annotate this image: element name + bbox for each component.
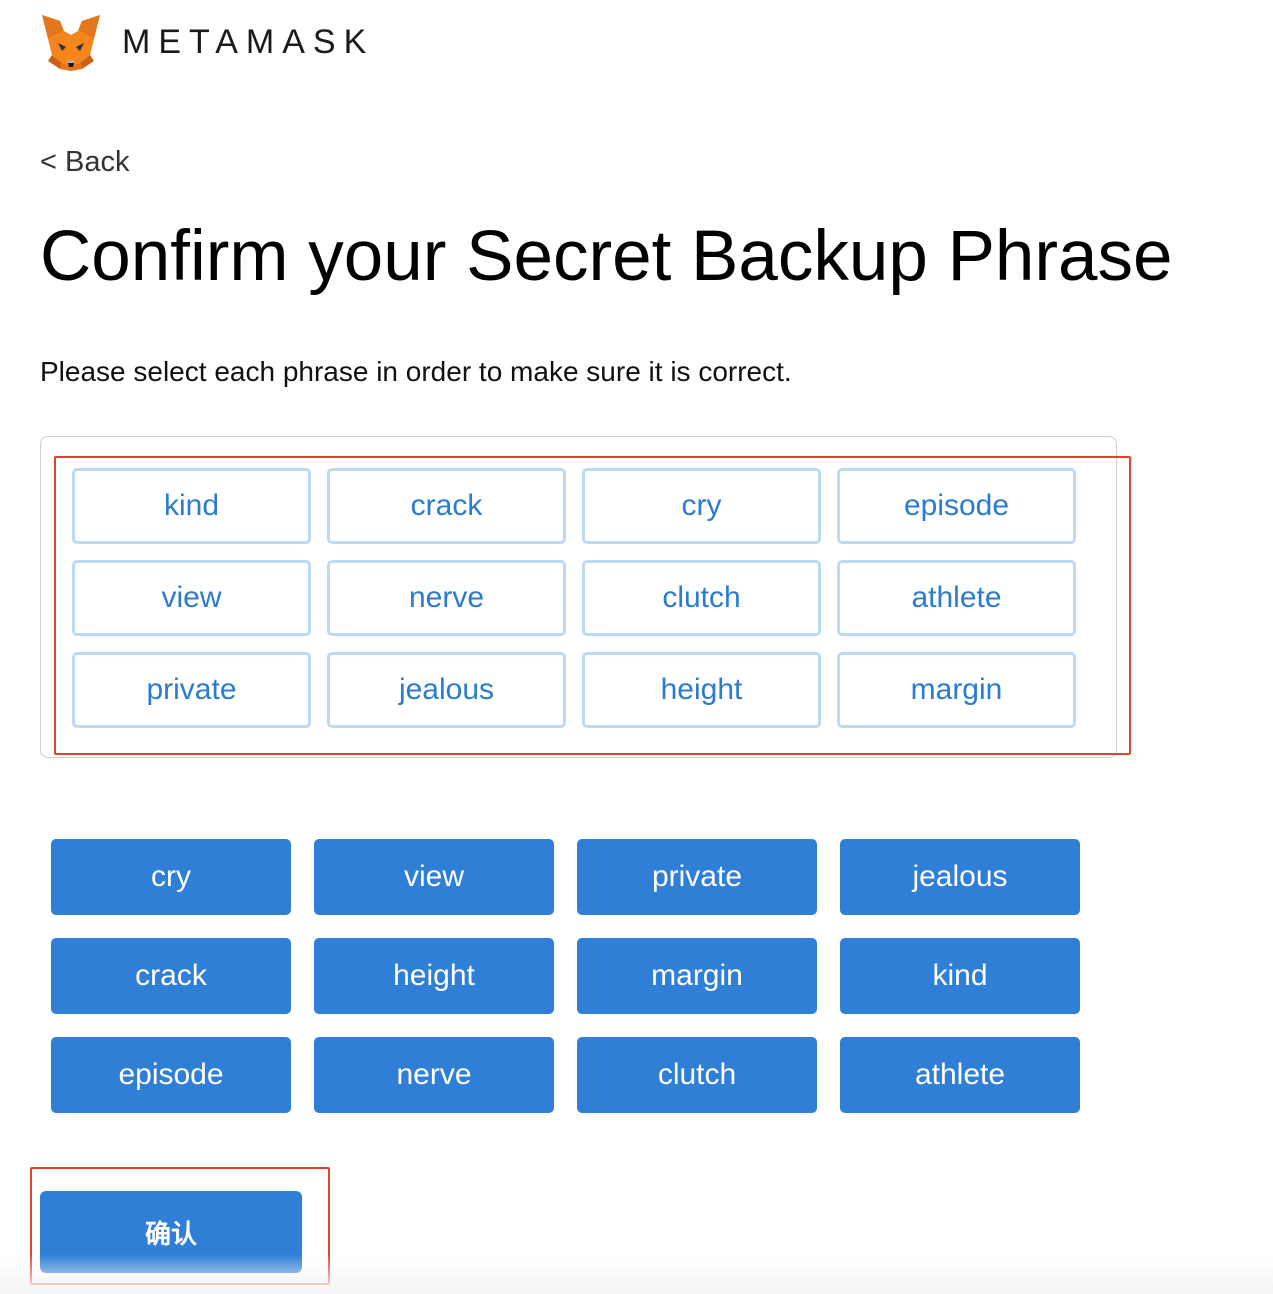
selected-word-chip[interactable]: nerve <box>327 560 566 636</box>
word-pool-button[interactable]: private <box>577 839 817 915</box>
word-pool-button[interactable]: crack <box>51 938 291 1014</box>
word-pool-button[interactable]: height <box>314 938 554 1014</box>
word-pool-button[interactable]: nerve <box>314 1037 554 1113</box>
page-subtitle: Please select each phrase in order to ma… <box>40 356 792 387</box>
selected-word-chip[interactable]: episode <box>837 468 1076 544</box>
word-pool-button[interactable]: cry <box>51 839 291 915</box>
word-pool-grid: cry view private jealous crack height ma… <box>51 839 1080 1113</box>
word-pool-button[interactable]: view <box>314 839 554 915</box>
word-pool-button[interactable]: athlete <box>840 1037 1080 1113</box>
word-pool-button[interactable]: clutch <box>577 1037 817 1113</box>
selected-word-chip[interactable]: jealous <box>327 652 566 728</box>
selected-word-chip[interactable]: cry <box>582 468 821 544</box>
word-pool-button[interactable]: kind <box>840 938 1080 1014</box>
selected-word-chip[interactable]: clutch <box>582 560 821 636</box>
selected-word-chip[interactable]: kind <box>72 468 311 544</box>
selected-word-chip[interactable]: crack <box>327 468 566 544</box>
header: METAMASK <box>40 12 374 72</box>
metamask-fox-icon <box>42 15 100 71</box>
word-pool-button[interactable]: margin <box>577 938 817 1014</box>
selected-word-chip[interactable]: athlete <box>837 560 1076 636</box>
selected-word-chip[interactable]: margin <box>837 652 1076 728</box>
brand-name: METAMASK <box>122 22 375 61</box>
selected-word-chip[interactable]: height <box>582 652 821 728</box>
selected-word-chip[interactable]: view <box>72 560 311 636</box>
word-pool-button[interactable]: episode <box>51 1037 291 1113</box>
page-title: Confirm your Secret Backup Phrase <box>40 217 1173 296</box>
word-pool-button[interactable]: jealous <box>840 839 1080 915</box>
back-link[interactable]: < Back <box>40 146 129 179</box>
selected-words-grid: kind crack cry episode view nerve clutch… <box>72 468 1076 728</box>
selected-word-chip[interactable]: private <box>72 652 311 728</box>
footer-shadow <box>0 1254 1273 1294</box>
